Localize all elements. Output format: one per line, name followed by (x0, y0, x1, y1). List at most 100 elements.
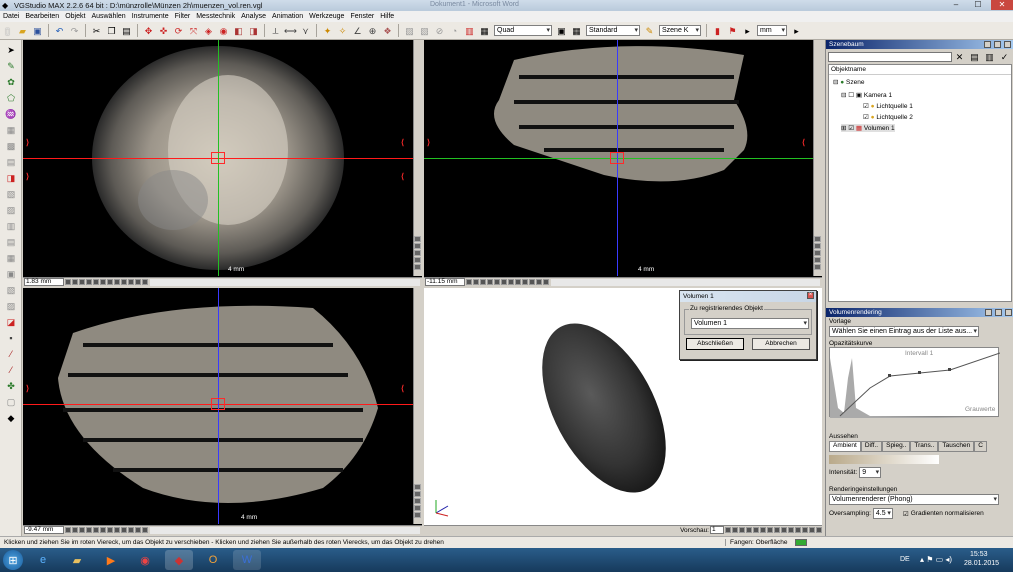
view-select[interactable]: Standard (586, 25, 640, 36)
rotate-arrow-right[interactable]: ⟨ (401, 138, 404, 147)
checkbox-icon[interactable]: ☑ (863, 113, 869, 121)
panel-float-icon[interactable] (995, 309, 1002, 316)
render-icon-4[interactable]: ◔ (449, 25, 461, 37)
tree-item-scene[interactable]: ⊟ ● Szene (833, 78, 864, 87)
layout-select[interactable]: Quad (494, 25, 552, 36)
fill-icon[interactable]: ▤ (4, 156, 18, 168)
menu-animation[interactable]: Animation (269, 13, 306, 20)
checkbox-icon[interactable]: ☑ (848, 124, 854, 132)
render-icon-3[interactable]: ⊘ (434, 25, 446, 37)
rotate-arrow-right[interactable]: ⟨ (401, 384, 404, 393)
tab-swap[interactable]: Tauschen (938, 441, 975, 452)
checkbox-icon[interactable]: ☐ (848, 91, 854, 99)
check-icon[interactable]: ✓ (999, 51, 1011, 63)
finish-button[interactable]: Abschließen (686, 338, 744, 350)
grid-icon[interactable]: ▣ (556, 25, 568, 37)
rotate-arrow-right-2[interactable]: ⟨ (401, 172, 404, 181)
viewport-top-right[interactable]: ⟩ ⟨ 4 mm -11.15 mm (424, 40, 822, 286)
bookmark-icon[interactable]: ▮ (712, 25, 724, 37)
clock-date[interactable]: 28.01.2015 (964, 560, 999, 567)
object-select[interactable]: Volumen 1 (691, 318, 809, 329)
viewport-vscroll[interactable] (813, 40, 822, 276)
paint-icon[interactable]: ✤ (4, 380, 18, 392)
move-icon[interactable]: ✜ (158, 25, 170, 37)
expand-icon[interactable]: ⊟ (833, 78, 838, 86)
panel-close-icon[interactable] (1005, 309, 1012, 316)
viewport-hscroll[interactable] (150, 278, 420, 286)
table-icon[interactable]: ▦ (479, 25, 491, 37)
menu-auswaehlen[interactable]: Auswählen (88, 13, 128, 20)
sort-icon[interactable]: ▥ (984, 51, 996, 63)
rotate-arrow-left[interactable]: ⟩ (26, 384, 29, 393)
erase-icon[interactable]: ▪ (4, 332, 18, 344)
chrome-icon[interactable]: ◉ (131, 550, 159, 570)
scene-search-input[interactable] (828, 52, 952, 62)
cut-icon[interactable]: ✂ (91, 25, 103, 37)
settings-icon[interactable]: ▸ (742, 25, 754, 37)
maximize-button[interactable]: ☐ (967, 0, 989, 10)
tree-item-volume[interactable]: ⊞ ☑ ▦ Volumen 1 (841, 124, 895, 132)
open-folder-icon[interactable]: ▰ (17, 25, 29, 37)
ie-icon[interactable]: e (29, 550, 57, 570)
viewport-top-left[interactable]: ⟩ ⟩ ⟨ ⟨ 4 mm 1.83 mm (23, 40, 422, 286)
copy-icon[interactable]: ❐ (106, 25, 118, 37)
region-icon-8[interactable]: ▨ (4, 300, 18, 312)
view-icon[interactable]: ▦ (571, 25, 583, 37)
transform-icon[interactable]: ✥ (143, 25, 155, 37)
rotate-arrow-left-2[interactable]: ⟩ (26, 172, 29, 181)
bucket-icon[interactable]: ◪ (4, 316, 18, 328)
tab-diffuse[interactable]: Diff.. (860, 441, 883, 452)
menu-analyse[interactable]: Analyse (238, 13, 269, 20)
pin-icon[interactable]: ✎ (644, 25, 656, 37)
register-icon[interactable]: ◉ (218, 25, 230, 37)
paste-icon[interactable]: ▤ (121, 25, 133, 37)
menu-werkzeuge[interactable]: Werkzeuge (306, 13, 347, 20)
tab-specular[interactable]: Spieg.. (882, 441, 911, 452)
clear-icon[interactable]: ✕ (954, 51, 966, 63)
select-tool-icon[interactable]: ⋎ (300, 25, 312, 37)
start-button[interactable]: ⊞ (3, 550, 23, 570)
zoom-field[interactable]: 1.83 mm (24, 278, 64, 286)
pen-icon[interactable]: ✎ (4, 60, 18, 72)
unit-select[interactable]: mm (757, 25, 787, 36)
menu-datei[interactable]: Datei (0, 13, 22, 20)
tree-item-light-2[interactable]: ☑ ● Lichtquelle 2 (863, 113, 913, 122)
lamp-icon[interactable]: ✧ (337, 25, 349, 37)
preset-select[interactable]: Wählen Sie einen Eintrag aus der Liste a… (829, 326, 979, 337)
move-handle-box[interactable] (211, 398, 225, 410)
angle-icon[interactable]: ∠ (352, 25, 364, 37)
renderer-select[interactable]: Volumenrenderer (Phong) (829, 494, 999, 505)
tree-item-light-1[interactable]: ☑ ● Lichtquelle 1 (863, 102, 913, 111)
dialog-close-button[interactable]: × (807, 292, 814, 299)
viewport-vscroll[interactable] (413, 40, 422, 276)
align-icon[interactable]: ◈ (203, 25, 215, 37)
flag-icon[interactable]: ⚑ (727, 25, 739, 37)
expand-icon[interactable]: ⊞ (841, 124, 846, 132)
close-button[interactable]: ✕ (991, 0, 1013, 10)
object-icon[interactable]: ❖ (382, 25, 394, 37)
scene-select[interactable]: Szene K (659, 25, 701, 36)
redo-icon[interactable]: ↷ (69, 25, 81, 37)
vgstudio-task-icon[interactable]: ◆ (165, 550, 193, 570)
cancel-button[interactable]: Abbrechen (752, 338, 810, 350)
rotate-icon[interactable]: ⟳ (173, 25, 185, 37)
expand-icon[interactable]: ⊟ (841, 91, 846, 99)
render-icon-2[interactable]: ▧ (419, 25, 431, 37)
pipette-icon[interactable]: ⁄ (4, 348, 18, 360)
region-icon-2[interactable]: ▨ (4, 204, 18, 216)
zoom-field[interactable]: -11.15 mm (425, 278, 465, 286)
filter-icon[interactable]: ▤ (969, 51, 981, 63)
menu-bearbeiten[interactable]: Bearbeiten (22, 13, 62, 20)
panel-pin-icon[interactable] (984, 41, 991, 48)
lasso-icon[interactable]: ✿ (4, 76, 18, 88)
render-icon-1[interactable]: ▨ (404, 25, 416, 37)
region-icon-7[interactable]: ▧ (4, 284, 18, 296)
tree-item-camera[interactable]: ⊟ ☐ ▣ Kamera 1 (841, 91, 892, 100)
move-handle-box[interactable] (211, 152, 225, 164)
rotate-arrow-right[interactable]: ⟨ (802, 138, 805, 147)
region-icon-3[interactable]: ▥ (4, 220, 18, 232)
viewport-vscroll[interactable] (413, 288, 422, 524)
word-icon[interactable]: W (233, 550, 261, 570)
outlook-icon[interactable]: O (199, 550, 227, 570)
clip-icon[interactable]: ◧ (233, 25, 245, 37)
